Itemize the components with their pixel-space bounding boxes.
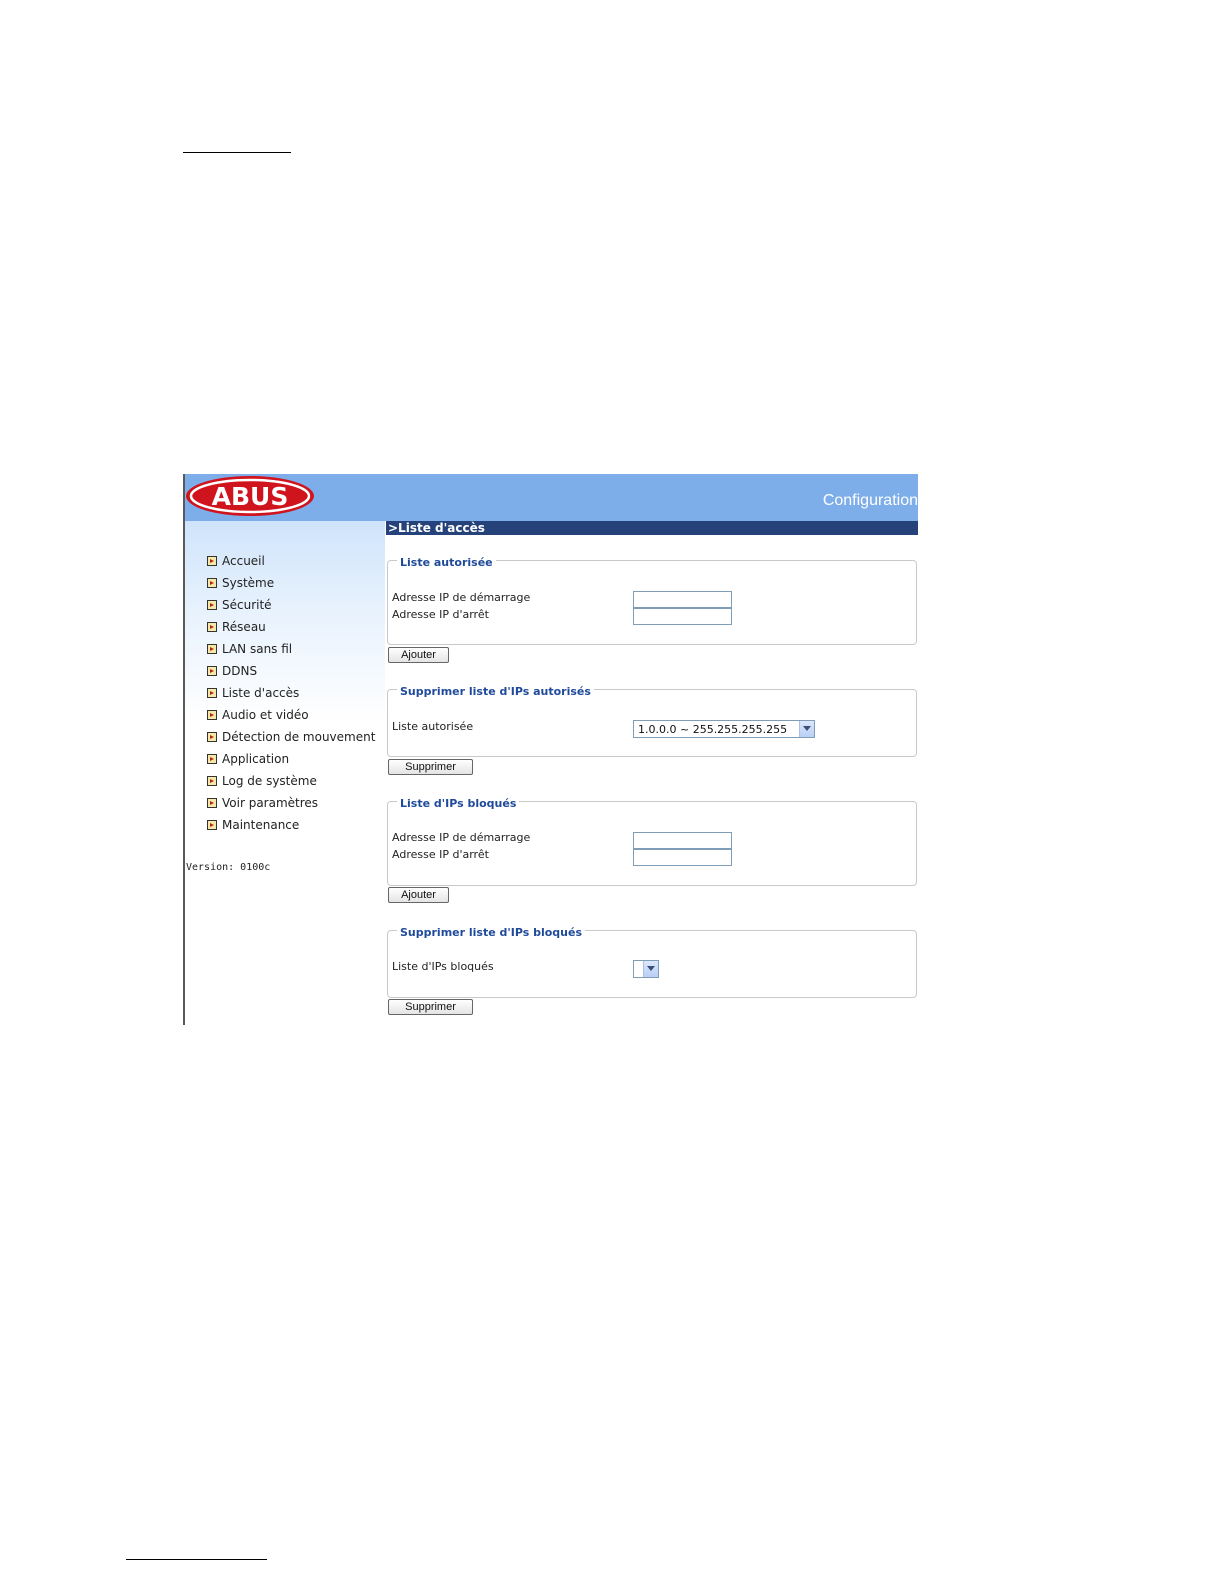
allowed-list-select[interactable]: 1.0.0.0 ~ 255.255.255.255 bbox=[633, 720, 815, 738]
document-rule-bottom bbox=[126, 1559, 267, 1560]
delete-allowed-button[interactable]: Supprimer bbox=[388, 759, 473, 775]
sidebar-item-label: Audio et vidéo bbox=[222, 708, 309, 722]
allowed-list-label: Liste autorisée bbox=[392, 720, 474, 733]
delete-blocked-legend: Supprimer liste d'IPs bloqués bbox=[397, 926, 586, 940]
blocked-end-ip-label: Adresse IP d'arrêt bbox=[392, 848, 489, 861]
firmware-version: Version: 0100c bbox=[186, 862, 271, 873]
sidebar-item-label: Détection de mouvement bbox=[222, 730, 376, 744]
allowed-end-ip-label: Adresse IP d'arrêt bbox=[392, 608, 489, 621]
allowed-start-ip-label: Adresse IP de démarrage bbox=[392, 591, 531, 604]
sidebar-item-application[interactable]: Application bbox=[207, 750, 289, 768]
arrow-bullet-icon bbox=[207, 776, 217, 786]
sidebar-item-label: Log de système bbox=[222, 774, 317, 788]
sidebar-item-label: Accueil bbox=[222, 554, 265, 568]
blocked-start-ip-label: Adresse IP de démarrage bbox=[392, 831, 531, 844]
arrow-bullet-icon bbox=[207, 578, 217, 588]
arrow-bullet-icon bbox=[207, 754, 217, 764]
svg-text:ABUS: ABUS bbox=[212, 482, 289, 511]
document-rule-top bbox=[183, 152, 291, 153]
sidebar-item-systeme[interactable]: Système bbox=[207, 574, 274, 592]
sidebar-item-log-systeme[interactable]: Log de système bbox=[207, 772, 317, 790]
allowed-list-legend: Liste autorisée bbox=[397, 556, 496, 570]
arrow-bullet-icon bbox=[207, 622, 217, 632]
sidebar-item-liste-acces[interactable]: Liste d'accès bbox=[207, 684, 299, 702]
sidebar-item-lan-sans-fil[interactable]: LAN sans fil bbox=[207, 640, 292, 658]
blocked-start-ip-input[interactable] bbox=[633, 832, 732, 849]
chevron-down-icon[interactable] bbox=[799, 721, 814, 737]
blocked-list-label: Liste d'IPs bloqués bbox=[392, 960, 494, 973]
add-allowed-button[interactable]: Ajouter bbox=[388, 647, 449, 663]
delete-blocked-button[interactable]: Supprimer bbox=[388, 999, 473, 1015]
sidebar-item-label: Réseau bbox=[222, 620, 266, 634]
arrow-bullet-icon bbox=[207, 732, 217, 742]
blocked-list-legend: Liste d'IPs bloqués bbox=[397, 797, 520, 811]
sidebar-item-label: Système bbox=[222, 576, 275, 590]
sidebar-item-label: Application bbox=[222, 752, 290, 766]
arrow-bullet-icon bbox=[207, 798, 217, 808]
allowed-start-ip-input[interactable] bbox=[633, 591, 732, 608]
blocked-list-select[interactable] bbox=[633, 960, 659, 978]
sidebar-item-label: Voir paramètres bbox=[222, 796, 319, 810]
sidebar-item-reseau[interactable]: Réseau bbox=[207, 618, 266, 636]
allowed-list-selected-value: 1.0.0.0 ~ 255.255.255.255 bbox=[638, 722, 788, 736]
configuration-title: Configuration bbox=[822, 492, 918, 509]
arrow-bullet-icon bbox=[207, 644, 217, 654]
sidebar-item-label: Liste d'accès bbox=[222, 686, 300, 700]
sidebar-item-label: Sécurité bbox=[222, 598, 272, 612]
arrow-bullet-icon bbox=[207, 600, 217, 610]
sidebar-item-label: DDNS bbox=[222, 664, 258, 678]
delete-allowed-legend: Supprimer liste d'IPs autorisés bbox=[397, 685, 594, 699]
arrow-bullet-icon bbox=[207, 666, 217, 676]
sidebar-item-label: Maintenance bbox=[222, 818, 300, 832]
arrow-bullet-icon bbox=[207, 710, 217, 720]
abus-logo: ABUS bbox=[186, 476, 314, 516]
sidebar-item-audio-video[interactable]: Audio et vidéo bbox=[207, 706, 309, 724]
sidebar-item-ddns[interactable]: DDNS bbox=[207, 662, 257, 680]
page-title: >Liste d'accès bbox=[388, 521, 485, 535]
sidebar-item-accueil[interactable]: Accueil bbox=[207, 552, 265, 570]
blocked-end-ip-input[interactable] bbox=[633, 849, 732, 866]
sidebar-item-maintenance[interactable]: Maintenance bbox=[207, 816, 299, 834]
arrow-bullet-icon bbox=[207, 688, 217, 698]
sidebar-item-voir-parametres[interactable]: Voir paramètres bbox=[207, 794, 318, 812]
sidebar-item-detection-mouvement[interactable]: Détection de mouvement bbox=[207, 728, 375, 746]
arrow-bullet-icon bbox=[207, 820, 217, 830]
chevron-down-icon[interactable] bbox=[643, 961, 658, 977]
arrow-bullet-icon bbox=[207, 556, 217, 566]
allowed-end-ip-input[interactable] bbox=[633, 608, 732, 625]
add-blocked-button[interactable]: Ajouter bbox=[388, 887, 449, 903]
sidebar-item-label: LAN sans fil bbox=[222, 642, 293, 656]
sidebar-item-securite[interactable]: Sécurité bbox=[207, 596, 272, 614]
